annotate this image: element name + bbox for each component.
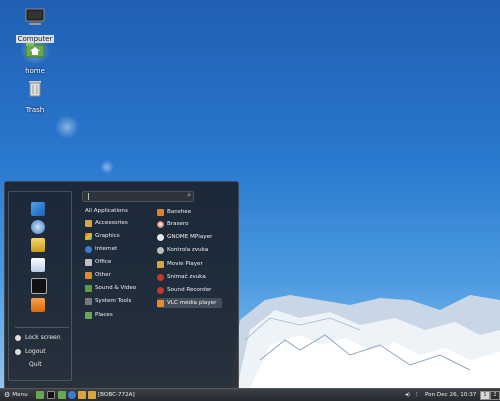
- favorites-panel: Lock screen Logout Quit: [8, 191, 72, 381]
- logout-label: Logout: [25, 348, 46, 355]
- quit-button[interactable]: Quit: [29, 361, 42, 368]
- vlc-icon: [157, 299, 164, 307]
- workspace-2[interactable]: 2: [490, 391, 500, 400]
- category-sound-video[interactable]: Sound & Video: [85, 283, 136, 293]
- desktop-icon-computer[interactable]: Computer: [15, 8, 55, 45]
- category-accessories[interactable]: Accessories: [85, 218, 128, 228]
- accessories-icon: [85, 219, 92, 227]
- network-status-icon[interactable]: ⋮: [414, 391, 420, 399]
- category-label: Graphics: [95, 233, 120, 239]
- lock-screen-button[interactable]: Lock screen: [15, 334, 61, 341]
- category-label: Places: [95, 312, 113, 318]
- network-icon[interactable]: [31, 220, 45, 234]
- mplayer-icon: [157, 233, 164, 241]
- category-label: All Applications: [85, 208, 128, 214]
- window-icon: [88, 391, 96, 399]
- category-label: Internet: [95, 246, 118, 252]
- menu-button[interactable]: ⚙ Menu: [4, 391, 28, 399]
- category-other[interactable]: Other: [85, 270, 111, 280]
- browser-launcher-icon[interactable]: [68, 391, 76, 399]
- sound-recorder-icon: [157, 286, 164, 294]
- home-folder-icon: [25, 43, 45, 58]
- system-tools-icon: [85, 297, 92, 305]
- category-label: System Tools: [95, 298, 132, 304]
- other-icon: [85, 271, 92, 279]
- application-menu: Lock screen Logout Quit ⌕ All Applicatio…: [4, 181, 239, 390]
- category-label: Accessories: [95, 220, 128, 226]
- app-brasero[interactable]: Brasero: [157, 219, 189, 229]
- bottom-panel: ⚙ Menu [BOBC-772A] ◂) ⋮ Pon Dec 26, 10:3…: [0, 388, 500, 401]
- media-launcher-icon[interactable]: [78, 391, 86, 399]
- terminal-icon[interactable]: [31, 278, 47, 294]
- category-label: Office: [95, 259, 112, 265]
- desktop-icon-label: Trash: [25, 106, 45, 114]
- menu-label: Menu: [12, 392, 28, 398]
- category-label: Other: [95, 272, 111, 278]
- app-gnome-mplayer[interactable]: GNOME MPlayer: [157, 232, 212, 242]
- search-input[interactable]: ⌕: [82, 191, 194, 202]
- category-label: Sound & Video: [95, 285, 137, 291]
- brasero-icon: [157, 220, 164, 228]
- banshee-icon: [157, 208, 164, 216]
- desktop-icon-trash[interactable]: Trash: [15, 79, 55, 116]
- app-label: Brasero: [167, 221, 189, 227]
- app-banshee[interactable]: Banshee: [157, 207, 191, 217]
- category-internet[interactable]: Internet: [85, 244, 117, 254]
- volume-control-icon: [157, 246, 164, 254]
- category-places[interactable]: Places: [85, 310, 113, 320]
- lock-icon: [15, 334, 21, 341]
- app-label: Snimač zvuka: [167, 274, 206, 280]
- app-vlc-media-player[interactable]: VLC media player: [157, 298, 223, 308]
- app-label: Kontrola zvuka: [167, 247, 209, 253]
- taskbar-window-button[interactable]: [BOBC-772A]: [88, 391, 135, 399]
- office-icon: [85, 258, 92, 266]
- app-label: GNOME MPlayer: [167, 234, 213, 240]
- search-icon: ⌕: [187, 191, 191, 199]
- category-system-tools[interactable]: System Tools: [85, 296, 131, 306]
- places-icon: [85, 311, 92, 319]
- app-kontrola-zvuka[interactable]: Kontrola zvuka: [157, 245, 208, 255]
- vlc-icon[interactable]: [31, 298, 45, 312]
- app-label: VLC media player: [167, 300, 217, 306]
- logout-icon: [15, 348, 21, 355]
- app-label: Sound Recorder: [167, 287, 212, 293]
- internet-icon: [85, 245, 92, 253]
- app-snimac-zvuka[interactable]: Snimač zvuka: [157, 272, 206, 282]
- menu-icon: ⚙: [4, 391, 11, 399]
- trash-icon: [29, 81, 41, 97]
- session-separator: [15, 327, 69, 328]
- workspace-1[interactable]: 1: [480, 391, 490, 400]
- window-title: [BOBC-772A]: [98, 392, 135, 398]
- sound-video-icon: [85, 284, 92, 292]
- terminal-launcher-icon[interactable]: [47, 391, 55, 399]
- text-cursor: [88, 193, 89, 200]
- category-graphics[interactable]: Graphics: [85, 231, 120, 241]
- graphics-icon: [85, 232, 92, 240]
- volume-icon[interactable]: ◂): [405, 391, 410, 399]
- logout-button[interactable]: Logout: [15, 348, 46, 355]
- document-icon[interactable]: [31, 258, 45, 272]
- clock[interactable]: Pon Dec 26, 10:37: [425, 391, 476, 399]
- desktop-icon-home[interactable]: home: [15, 42, 55, 77]
- lock-screen-label: Lock screen: [25, 334, 61, 341]
- show-desktop-icon[interactable]: [36, 391, 44, 399]
- archive-icon[interactable]: [31, 238, 45, 252]
- desktop-icon-label: home: [25, 67, 45, 75]
- app-movie-player[interactable]: Movie Player: [157, 259, 203, 269]
- paint-icon[interactable]: [31, 202, 45, 216]
- quit-label: Quit: [29, 361, 42, 368]
- app-label: Movie Player: [167, 261, 203, 267]
- app-sound-recorder[interactable]: Sound Recorder: [157, 285, 211, 295]
- app-label: Banshee: [167, 209, 192, 215]
- category-office[interactable]: Office: [85, 257, 111, 267]
- clock-label: Pon Dec 26, 10:37: [425, 392, 477, 398]
- sound-recorder-icon: [157, 273, 164, 281]
- movie-player-icon: [157, 260, 164, 268]
- computer-icon: [25, 8, 45, 25]
- category-all-applications[interactable]: All Applications: [85, 206, 128, 216]
- file-manager-launcher-icon[interactable]: [58, 391, 66, 399]
